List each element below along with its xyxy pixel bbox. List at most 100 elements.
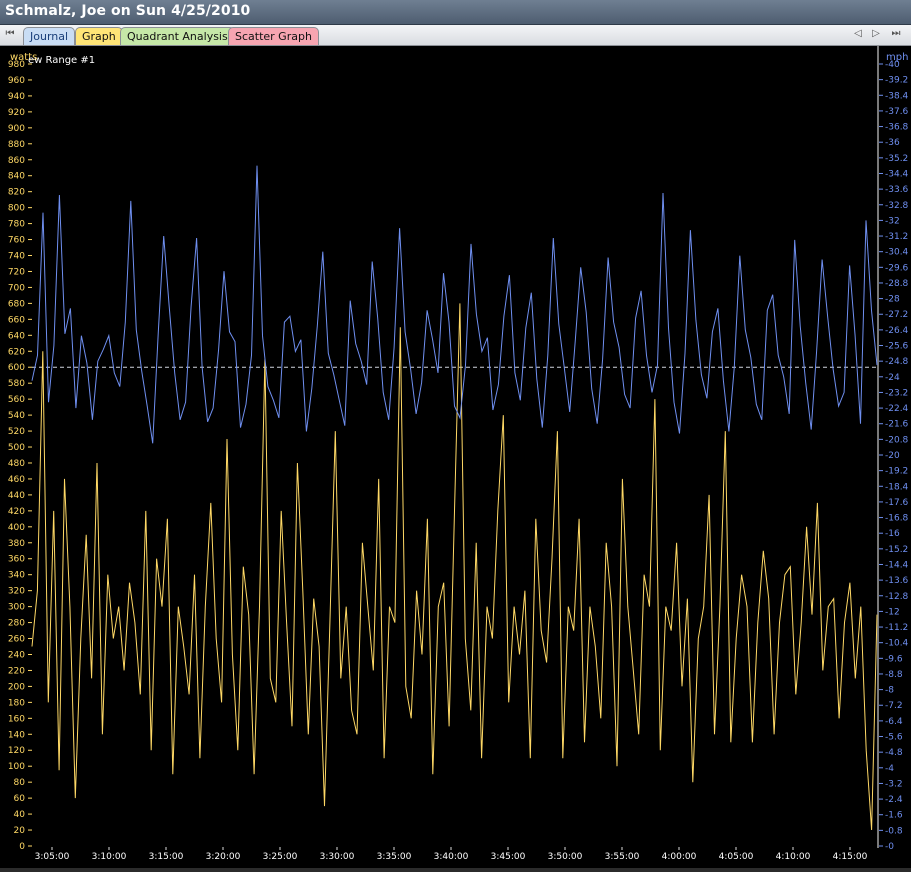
- watts-tick-label: 900: [8, 124, 25, 134]
- watts-tick-label: 20: [14, 826, 26, 836]
- tab-scatter-graph[interactable]: Scatter Graph: [228, 27, 319, 45]
- mph-tick-label: -16: [885, 529, 900, 539]
- watts-tick-label: 940: [8, 92, 25, 102]
- watts-tick-label: 600: [8, 363, 25, 373]
- mph-tick-label: -35.2: [885, 154, 908, 164]
- watts-tick-label: 980: [8, 60, 25, 70]
- time-tick-label: 3:25:00: [263, 852, 298, 862]
- watts-tick-label: 240: [8, 650, 25, 660]
- time-tick-label: 3:55:00: [605, 852, 640, 862]
- last-page-icon[interactable]: ⏭: [890, 28, 902, 39]
- mph-tick-label: -22.4: [885, 404, 909, 414]
- mph-tick-label: -24.8: [885, 357, 909, 367]
- mph-tick-label: -5.6: [885, 733, 903, 743]
- watts-tick-label: 260: [8, 635, 25, 645]
- mph-tick-label: -3.2: [885, 779, 903, 789]
- time-tick-label: 4:10:00: [776, 852, 811, 862]
- mph-tick-label: -27.2: [885, 310, 908, 320]
- watts-tick-label: 320: [8, 587, 25, 597]
- mph-tick-label: -2.4: [885, 795, 903, 805]
- right-axis-divider: [877, 46, 879, 868]
- watts-tick-label: 840: [8, 172, 25, 182]
- watts-tick-label: 420: [8, 507, 25, 517]
- mph-tick-label: -36: [885, 138, 900, 148]
- time-tick-label: 3:30:00: [320, 852, 355, 862]
- watts-tick-label: 560: [8, 395, 25, 405]
- watts-tick-label: 820: [8, 188, 25, 198]
- time-tick-label: 4:15:00: [833, 852, 868, 862]
- mph-tick-label: -21.6: [885, 420, 909, 430]
- first-page-icon[interactable]: ⏮: [4, 28, 16, 39]
- watts-tick-label: 0: [19, 842, 25, 852]
- mph-tick-label: -26.4: [885, 326, 909, 336]
- window-titlebar: Schmalz, Joe on Sun 4/25/2010: [0, 0, 911, 25]
- mph-tick-label: -20: [885, 451, 900, 461]
- mph-tick-label: -25.6: [885, 342, 909, 352]
- time-tick-label: 4:05:00: [719, 852, 754, 862]
- tab-graph[interactable]: Graph: [75, 27, 123, 45]
- watts-tick-label: 340: [8, 571, 25, 581]
- mph-tick-label: -1.6: [885, 811, 903, 821]
- mph-tick-label: -12: [885, 607, 900, 617]
- mph-tick-label: -34.4: [885, 169, 909, 179]
- time-tick-label: 3:45:00: [491, 852, 526, 862]
- watts-tick-label: 220: [8, 666, 25, 676]
- mph-tick-label: -7.2: [885, 701, 903, 711]
- watts-tick-label: 440: [8, 491, 25, 501]
- mph-tick-label: -18.4: [885, 482, 909, 492]
- prev-tab-icon[interactable]: ◁: [852, 28, 864, 39]
- ride-graph[interactable]: watts mph ew Range #1 020406080100120140…: [0, 46, 911, 868]
- watts-tick-label: 480: [8, 459, 25, 469]
- mph-tick-label: -17.6: [885, 498, 909, 508]
- tab-bar: ⏮ Journal Graph Quadrant Analysis Scatte…: [0, 25, 911, 46]
- time-tick-label: 3:20:00: [206, 852, 241, 862]
- mph-tick-label: -8.8: [885, 670, 903, 680]
- watts-tick-label: 120: [8, 746, 25, 756]
- next-tab-icon[interactable]: ▷: [870, 28, 882, 39]
- watts-tick-label: 160: [8, 714, 25, 724]
- watts-tick-label: 920: [8, 108, 25, 118]
- time-tick-label: 3:10:00: [92, 852, 127, 862]
- chart-area: watts mph ew Range #1 0 20 40 60 80 100 120 140…: [0, 46, 911, 868]
- watts-tick-label: 760: [8, 236, 25, 246]
- time-tick-label: 3:05:00: [35, 852, 70, 862]
- time-tick-label: 3:50:00: [548, 852, 583, 862]
- watts-tick-label: 380: [8, 539, 25, 549]
- mph-tick-label: -31.2: [885, 232, 908, 242]
- mph-tick-label: -4: [885, 764, 894, 774]
- mph-tick-label: -23.2: [885, 388, 908, 398]
- mph-tick-label: -15.2: [885, 545, 908, 555]
- watts-tick-label: 620: [8, 347, 25, 357]
- mph-tick-label: -40: [885, 60, 900, 70]
- mph-tick-label: -6.4: [885, 717, 903, 727]
- watts-tick-label: 640: [8, 331, 25, 341]
- watts-tick-label: 200: [8, 682, 25, 692]
- watts-tick-label: 300: [8, 603, 25, 613]
- mph-tick-label: -37.6: [885, 107, 909, 117]
- watts-tick-label: 700: [8, 283, 25, 293]
- mph-tick-label: -29.6: [885, 263, 909, 273]
- watts-tick-label: 580: [8, 379, 25, 389]
- mph-tick-label: -24: [885, 373, 900, 383]
- watts-tick-label: 400: [8, 523, 25, 533]
- time-tick-label: 4:00:00: [662, 852, 697, 862]
- tab-journal[interactable]: Journal: [23, 27, 76, 45]
- mph-tick-label: -0.8: [885, 826, 903, 836]
- mph-tick-label: -36.8: [885, 123, 909, 133]
- watts-tick-label: 360: [8, 555, 25, 565]
- window-title: Schmalz, Joe on Sun 4/25/2010: [5, 3, 251, 19]
- watts-tick-label: 80: [14, 778, 26, 788]
- watts-tick-label: 60: [14, 794, 26, 804]
- mph-tick-label: -32.8: [885, 201, 909, 211]
- mph-tick-label: -12.8: [885, 592, 909, 602]
- watts-tick-label: 500: [8, 443, 25, 453]
- mph-tick-label: -39.2: [885, 76, 908, 86]
- watts-tick-label: 800: [8, 204, 25, 214]
- tab-quadrant-analysis[interactable]: Quadrant Analysis: [120, 27, 235, 45]
- watts-tick-label: 540: [8, 411, 25, 421]
- watts-tick-label: 520: [8, 427, 25, 437]
- mph-tick-label: -30.4: [885, 248, 909, 258]
- watts-tick-label: 280: [8, 619, 25, 629]
- watts-tick-label: 720: [8, 267, 25, 277]
- mph-tick-label: -0: [885, 842, 894, 852]
